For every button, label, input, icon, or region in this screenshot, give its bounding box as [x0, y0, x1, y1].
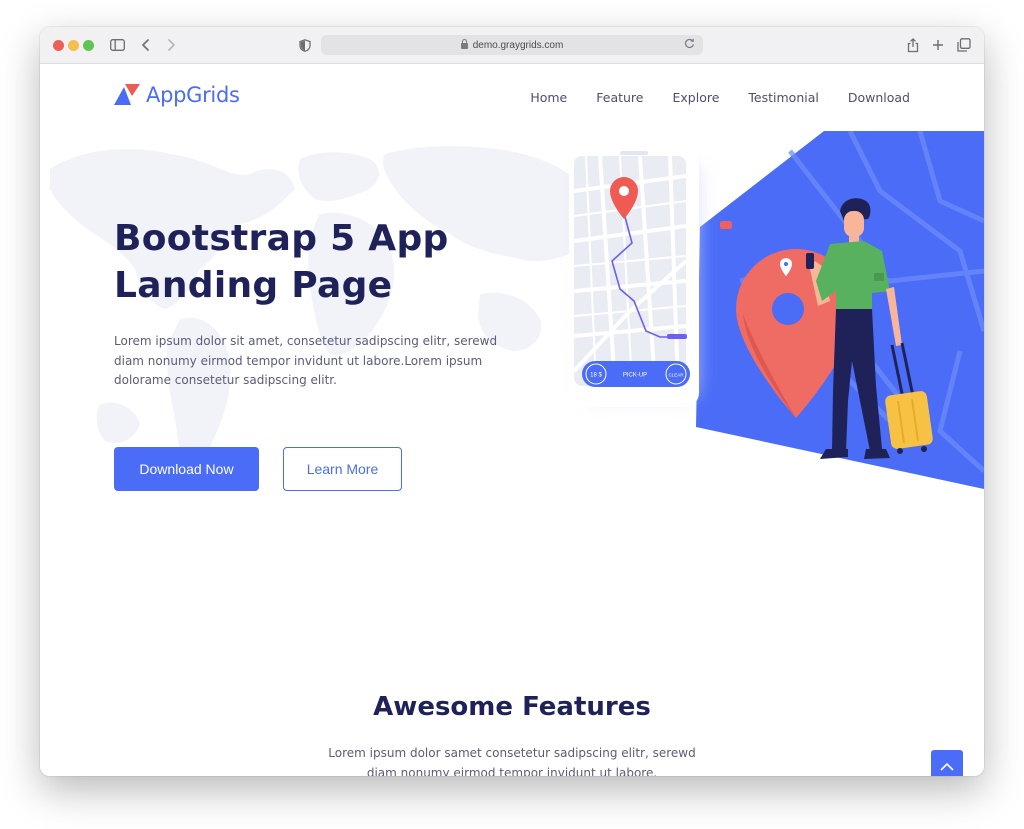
zoom-window-button[interactable]	[83, 40, 94, 51]
landing-page: 18 $ PICK-UP CLEAR AppGrids Home Feature…	[40, 64, 984, 776]
fare-badge: 18 $	[590, 373, 602, 379]
browser-toolbar: demo.graygrids.com	[40, 27, 984, 64]
minimize-window-button[interactable]	[68, 40, 79, 51]
hero-title: Bootstrap 5 App Landing Page	[114, 218, 449, 306]
url-text: demo.graygrids.com	[472, 39, 564, 51]
world-map-background	[50, 146, 580, 474]
chevron-up-icon	[940, 762, 954, 771]
pickup-label: PICK-UP	[623, 373, 647, 379]
privacy-shield-icon[interactable]	[295, 36, 315, 54]
address-bar[interactable]: demo.graygrids.com	[321, 35, 703, 55]
download-now-button[interactable]: Download Now	[114, 447, 259, 491]
main-nav: Home Feature Explore Testimonial Downloa…	[501, 90, 910, 105]
reload-icon[interactable]	[684, 38, 695, 52]
features-description: Lorem ipsum dolor samet consetetur sadip…	[328, 746, 696, 776]
nav-download-link[interactable]: Download	[848, 90, 910, 105]
browser-window: demo.graygrids.com 18 $ PICK-UP CLEAR Ap…	[40, 27, 984, 776]
share-icon[interactable]	[903, 36, 923, 54]
brand-name: AppGrids	[146, 83, 240, 107]
nav-explore-link[interactable]: Explore	[673, 90, 720, 105]
brand-logo[interactable]: AppGrids	[114, 83, 240, 107]
tabs-overview-icon[interactable]	[954, 36, 974, 54]
scroll-to-top-button[interactable]	[931, 750, 963, 776]
appgrids-logo-icon	[114, 84, 140, 105]
features-title: Awesome Features	[373, 692, 651, 722]
hero-description: Lorem ipsum dolor sit amet, consetetur s…	[114, 334, 498, 387]
nav-feature-link[interactable]: Feature	[596, 90, 643, 105]
clear-badge: CLEAR	[668, 373, 684, 378]
learn-more-button[interactable]: Learn More	[283, 447, 402, 491]
nav-testimonial-link[interactable]: Testimonial	[748, 90, 818, 105]
lock-icon	[460, 39, 468, 49]
forward-arrow-icon[interactable]	[161, 36, 181, 54]
back-arrow-icon[interactable]	[136, 36, 156, 54]
sidebar-toggle-icon[interactable]	[107, 36, 127, 54]
close-window-button[interactable]	[53, 40, 64, 51]
nav-home-link[interactable]: Home	[530, 90, 567, 105]
hero-illustration: 18 $ PICK-UP CLEAR	[569, 131, 984, 489]
plus-icon[interactable]	[928, 36, 948, 54]
